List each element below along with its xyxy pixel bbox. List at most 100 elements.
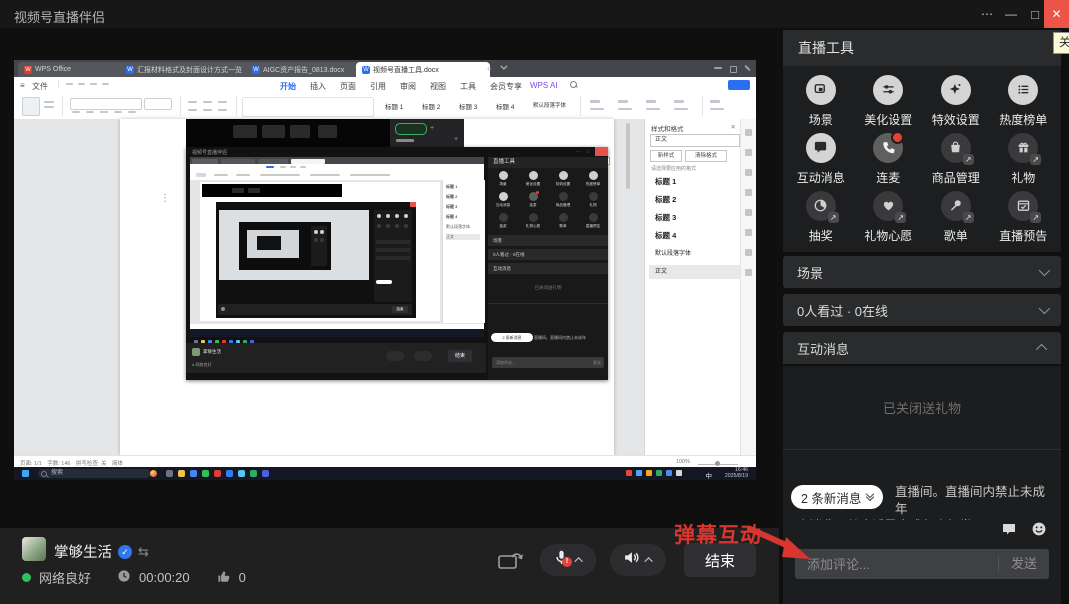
menu-icon: ≡: [20, 81, 25, 90]
new-messages-pill[interactable]: 2 条新消息: [791, 485, 883, 509]
app-window: 视频号直播伴侣 ⋯ — □ ✕ 关 W WPS Office W 汇报材料格式及…: [0, 0, 1069, 604]
double-chevron-down-icon: [867, 494, 873, 500]
comment-bubble-icon[interactable]: [1001, 521, 1017, 542]
stream-preview: W WPS Office W 汇报材料格式及封面设计方式一览 W AIGC资产报…: [14, 60, 756, 480]
document-image-panel: + +: [390, 119, 464, 147]
ribbon-tab: 视图: [430, 81, 446, 92]
like-count: 0: [239, 570, 246, 585]
send-button[interactable]: 发送: [998, 556, 1049, 572]
nested-style-item: 正文: [446, 234, 480, 240]
nested-network-status: ● 网络良好: [192, 362, 212, 368]
heat-ranking-icon: [1008, 75, 1038, 105]
annotation-arrow: [746, 526, 814, 566]
tool-scene[interactable]: 场景: [787, 72, 855, 130]
external-link-icon: ↗: [1030, 212, 1041, 223]
nested-taskbar: [190, 329, 484, 337]
tool-playlist[interactable]: ↗ 歌单: [922, 188, 990, 246]
section-interactive-messages[interactable]: 互动消息: [783, 332, 1061, 364]
product-management-icon: ↗: [941, 133, 971, 163]
tool-live-preview[interactable]: ↗ 直播预告: [990, 188, 1058, 246]
gift-closed-text: 已关闭送礼物: [783, 398, 1061, 417]
maximize-icon: □: [1031, 7, 1039, 22]
tools-grid: 场景 美化设置 特效设置 热度榜单 互动消息: [783, 66, 1061, 252]
tool-co-stream[interactable]: 连麦: [855, 130, 923, 188]
tool-effects[interactable]: 特效设置: [922, 72, 990, 130]
microphone-icon: !: [553, 549, 570, 571]
plus-icon: +: [430, 125, 434, 132]
wps-ribbon: 标题 1 标题 2 标题 3 标题 4 默认段落字体: [14, 93, 756, 120]
style-gallery-item: 默认段落字体: [533, 101, 566, 109]
external-link-icon: ↗: [895, 212, 906, 223]
wps-doc-tab: W AIGC资产报告_0813.docx: [246, 62, 362, 77]
taskbar-tray-icons: [626, 470, 686, 476]
comment-input[interactable]: [795, 557, 998, 572]
more-menu-button[interactable]: ⋯: [974, 0, 1000, 28]
tool-interactive-messages[interactable]: 互动消息: [787, 130, 855, 188]
tools-header: 直播工具: [783, 30, 1061, 66]
swap-account-icon[interactable]: ⇆: [138, 544, 149, 560]
doc-icon: W: [126, 66, 134, 74]
streamer-info: 掌够生活 ✓ ⇆: [54, 541, 149, 562]
clock-icon: [117, 569, 131, 586]
nested-comment-input: 添加评论... 发送: [492, 357, 604, 368]
close-button[interactable]: ✕: [1044, 0, 1069, 28]
playlist-icon: ↗: [941, 191, 971, 221]
mic-alert-badge: !: [562, 557, 572, 567]
section-scene[interactable]: 场景: [783, 256, 1061, 288]
style-gallery-item: 标题 3: [459, 101, 477, 111]
bottom-control-bar: 掌够生活 ✓ ⇆ 网络良好 00:00:20 0 !: [0, 528, 779, 604]
minimize-button[interactable]: —: [998, 0, 1024, 28]
tool-product-management[interactable]: ↗ 商品管理: [922, 130, 990, 188]
nested2-end-button: 结束: [392, 306, 408, 313]
scene-add-button-image: [395, 123, 427, 135]
emoji-icon[interactable]: [1031, 521, 1047, 542]
close-tooltip: 关: [1053, 32, 1069, 54]
ribbon-tab: 页面: [340, 81, 356, 92]
nested-section: 互动消息: [488, 263, 608, 274]
network-status-dot: [22, 573, 31, 582]
nested-gift-closed: 已关闭送礼物: [488, 285, 608, 291]
avatar: [22, 537, 46, 561]
nested-style-item: 标题 3: [446, 204, 457, 210]
wps-doc-tab: W 汇报材料格式及封面设计方式一览: [120, 62, 252, 77]
more-icon: ⋯: [981, 7, 993, 21]
style-item: 标题 3: [649, 211, 741, 225]
stream-duration: 00:00:20: [139, 570, 190, 585]
speaker-button[interactable]: [610, 544, 666, 576]
effects-icon: [941, 75, 971, 105]
section-label: 0人看过 · 0在线: [797, 301, 888, 320]
network-status-text: 网络良好: [39, 568, 91, 587]
beauty-settings-icon: [873, 75, 903, 105]
style-item-selected: 正文: [649, 265, 741, 279]
nested-level2-screenshot: 结束: [216, 202, 416, 318]
doc-icon: W: [362, 66, 370, 74]
nested-streamer-name: 掌够生活: [203, 349, 221, 355]
interactive-messages-panel: 已关闭送礼物 直播间。直播间内禁止未成年 人消费，禁止诱导未成年人打赏 2 条新…: [783, 366, 1061, 604]
external-link-icon: ↗: [1030, 154, 1041, 165]
chevron-up-icon[interactable]: [644, 557, 652, 565]
minimize-icon: —: [1005, 7, 1017, 21]
comment-input-row: 发送: [795, 549, 1049, 579]
tool-beauty-settings[interactable]: 美化设置: [855, 72, 923, 130]
style-item: 默认段落字体: [649, 247, 741, 261]
screen-share-icon[interactable]: [498, 551, 525, 575]
microphone-button[interactable]: !: [540, 544, 596, 576]
tool-heat-ranking[interactable]: 热度榜单: [990, 72, 1058, 130]
windows-taskbar: 搜索 中 16:46 2025/8/19: [14, 467, 756, 480]
file-menu: 文件: [32, 81, 48, 92]
tab-list-icon: [500, 63, 507, 70]
nested-new-messages-pill: 2 条新消息: [491, 333, 533, 342]
tool-lottery[interactable]: ↗ 抽奖: [787, 188, 855, 246]
nested-more-icon: ⋯: [576, 149, 580, 154]
doc-icon: W: [252, 66, 260, 74]
ribbon-tab: 会员专享: [490, 81, 522, 92]
section-viewers[interactable]: 0人看过 · 0在线: [783, 294, 1061, 326]
style-item: 标题 4: [649, 229, 741, 243]
tool-gift-wish[interactable]: ↗ 礼物心愿: [855, 188, 923, 246]
chevron-up-icon[interactable]: [574, 557, 582, 565]
wps-side-toolbar: [740, 119, 756, 455]
co-stream-icon: [873, 133, 903, 163]
tool-gifts[interactable]: ↗ 礼物: [990, 130, 1058, 188]
taskbar-app-icons: [166, 470, 274, 477]
styles-dropdown: 正文: [650, 134, 740, 147]
